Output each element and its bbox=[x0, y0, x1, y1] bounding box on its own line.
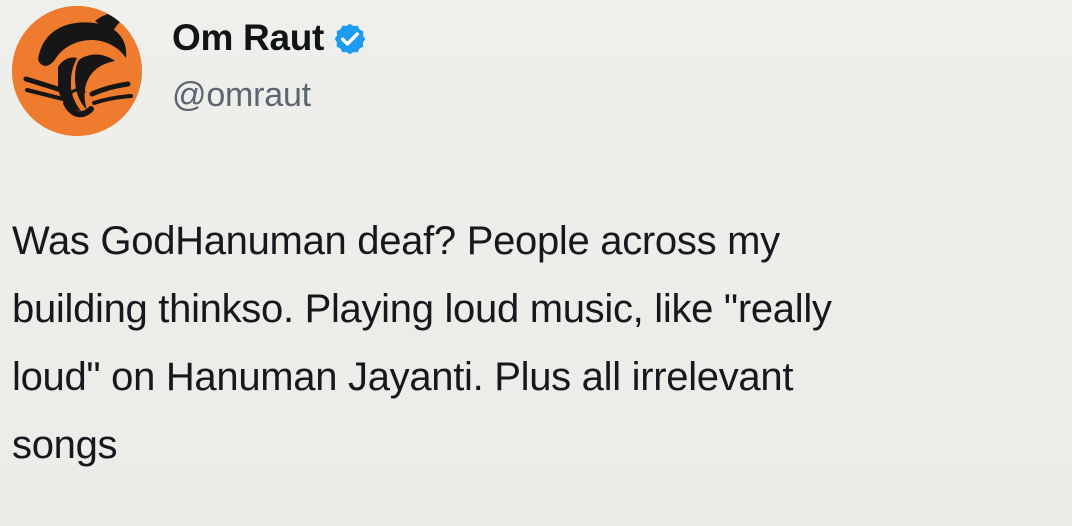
tweet-line-1: Was GodHanuman deaf? People across my bbox=[12, 219, 780, 263]
profile-avatar[interactable] bbox=[12, 6, 142, 136]
author-name[interactable]: Om Raut bbox=[172, 12, 368, 64]
verified-badge-icon bbox=[334, 23, 366, 55]
author-display-name[interactable]: Om Raut bbox=[172, 12, 324, 64]
tweet-line-3: loud" on Hanuman Jayanti. Plus all irrel… bbox=[12, 355, 794, 399]
tweet-line-4: songs bbox=[12, 423, 118, 467]
author-handle[interactable]: @omraut bbox=[172, 72, 311, 118]
avatar-illustration-icon bbox=[12, 6, 142, 136]
tweet-line-2: building thinkso. Playing loud music, li… bbox=[12, 287, 832, 331]
tweet-card: Om Raut @omraut Was GodHanuman deaf? Peo… bbox=[0, 0, 1072, 526]
tweet-body: Was GodHanuman deaf? People across my bu… bbox=[12, 207, 1068, 479]
